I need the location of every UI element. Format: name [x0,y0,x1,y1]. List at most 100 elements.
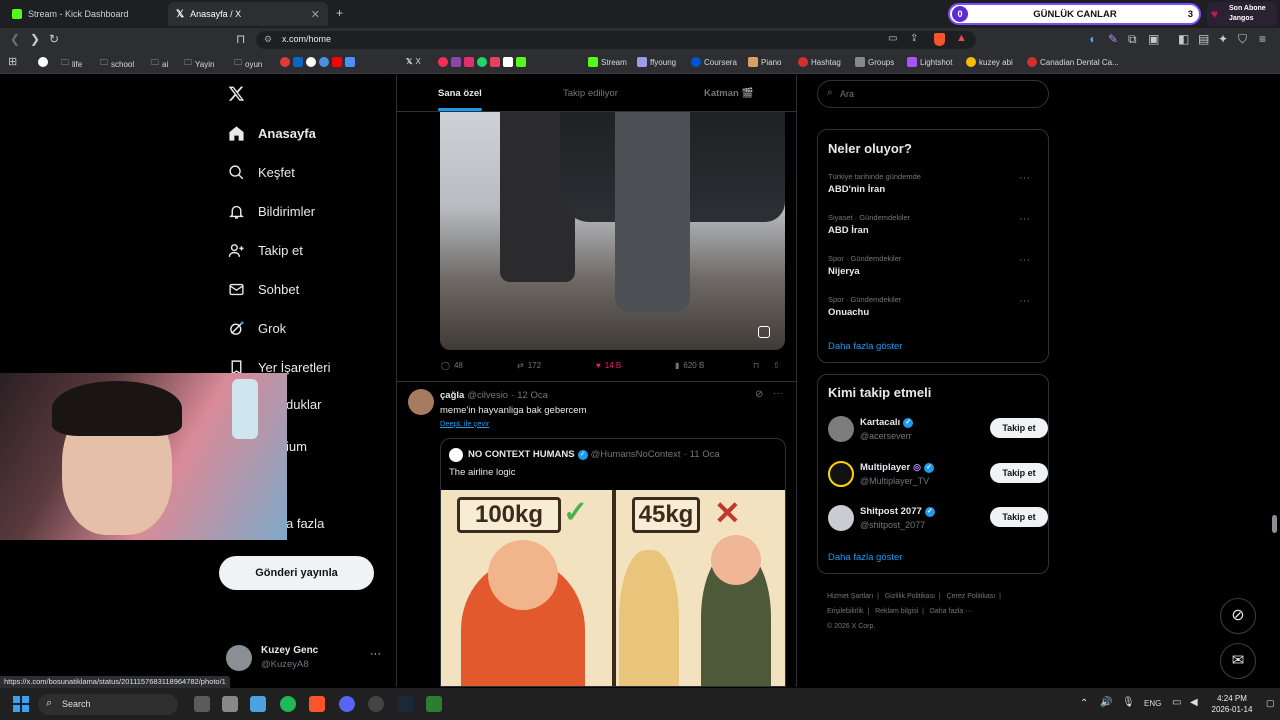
app-icon[interactable] [426,696,442,712]
spotify-icon[interactable] [280,696,296,712]
bookmark-stream[interactable]: Stream [588,57,627,67]
brave-shields-icon[interactable] [934,33,945,46]
search-input[interactable]: ⌕ Ara [817,80,1049,108]
nav-explore[interactable]: Keşfet [228,164,295,181]
nav-chat[interactable]: Sohbet [228,281,299,298]
translate-link[interactable]: DeepL ile çevir [440,419,489,428]
nav-notifications[interactable]: Bildirimler [228,203,315,220]
url-field[interactable]: ⚙ x.com/home ▭ ⇪ ▲ [256,31,976,49]
views-button[interactable]: ▮ 620 B [675,361,704,370]
footer-accessibility[interactable]: Erişilebilirlik [827,608,864,615]
follow-suggestion[interactable]: Kartacalı ✓ @acerseverr Takip et [828,416,1048,446]
tab-x-home[interactable]: 𝕏 Anasayfa / X ✕ [168,2,328,26]
tab-kick-dashboard[interactable]: Stream - Kick Dashboard [4,2,166,26]
tab-for-you[interactable]: Sana özel [438,88,482,99]
nav-follow[interactable]: Takip et [228,242,303,259]
nav-premium-label[interactable]: ium [286,439,307,454]
footer-terms[interactable]: Hizmet Şartları [827,593,873,600]
bookmark-groups[interactable]: Groups [855,57,894,67]
audio-playing-icon[interactable]: ◖ [1088,33,1095,45]
quoted-image[interactable]: 100kg ✓ 45kg ✕ [441,490,785,686]
trend-item[interactable]: Türkiye tarihinde gündemde ABD'nin İran … [828,172,1040,195]
more-dots-icon[interactable]: ··· [1019,295,1030,307]
bookmark-ffyoung[interactable]: ffyoung [637,57,676,67]
nav-home[interactable]: Anasayfa [228,125,316,142]
taskbar-search[interactable]: ⌕ Search [38,694,178,715]
author-handle[interactable]: @cilvesio [467,390,508,401]
language-indicator[interactable]: ENG [1144,699,1161,708]
extension-pen-icon[interactable]: ✎ [1108,33,1118,45]
more-dots-icon[interactable]: ··· [773,388,783,399]
discord-icon[interactable] [339,696,355,712]
nav-grok[interactable]: Grok [228,320,286,337]
follow-button[interactable]: Takip et [990,463,1048,483]
footer-ads-info[interactable]: Reklam bilgisi [875,608,918,615]
bookmark-ai[interactable]: 🗀 ai [151,57,168,71]
bookmark-life[interactable]: 🗀 life [61,57,82,71]
follow-suggestion[interactable]: Multiplayer ◎ ✓ @Multiplayer_TV Takip et [828,461,1048,491]
notifications-icon[interactable]: ▢ [1266,698,1275,709]
mic-icon[interactable]: 🎙 [1122,697,1135,708]
grok-float-button[interactable]: ⊘ [1220,598,1256,634]
footer-more[interactable]: Daha fazla ··· [930,608,972,615]
footer-cookies[interactable]: Çerez Politikası [947,593,996,600]
install-app-icon[interactable]: ▭ [888,33,897,44]
more-dots-icon[interactable]: ··· [1019,254,1030,266]
wallet-icon[interactable]: ▤ [1198,33,1209,45]
follow-suggestion[interactable]: Shitpost 2077 ✓ @shitpost_2077 Takip et [828,505,1048,535]
speaker-icon[interactable]: 🔊 [1100,697,1112,708]
app-icon[interactable] [250,696,266,712]
bookmark-piano[interactable]: Piano [748,57,781,67]
author-name[interactable]: çağla [440,390,464,401]
trend-item[interactable]: Siyaset · Gündemdekiler ABD İran ··· [828,213,1040,236]
post-button[interactable]: Gönderi yayınla [219,556,374,590]
nav-more-label[interactable]: a fazla [286,516,324,531]
media-tag-icon[interactable] [758,326,770,338]
app-icon[interactable] [222,696,238,712]
account-switcher[interactable]: Kuzey Genc @KuzeyA8 ··· [226,643,386,675]
bookmark-google[interactable] [38,57,48,67]
footer-privacy[interactable]: Gizlilik Politikası [885,593,935,600]
leo-ai-icon[interactable]: ✦ [1218,33,1228,45]
reply-button[interactable]: ◯ 48 [441,361,463,370]
quoted-post[interactable]: NO CONTEXT HUMANS ✓ @HumansNoContext · 1… [440,438,786,687]
bookmark-x[interactable]: 𝕏X [406,57,421,66]
more-dots-icon[interactable]: ··· [1019,172,1030,184]
bookmark-lightshot[interactable]: Lightshot [907,57,952,67]
tab-search-icon[interactable]: ▣ [1148,33,1159,45]
tab-katman[interactable]: Katman 🎬 [704,88,753,99]
clock[interactable]: 4:24 PM 2026-01-14 [1208,693,1256,715]
bookmark-hashtag[interactable]: Hashtag [798,57,841,67]
avatar[interactable] [408,389,434,415]
close-tab-icon[interactable]: ✕ [311,8,320,21]
reload-icon[interactable]: ↻ [49,33,59,45]
page-scrollbar[interactable] [1272,515,1277,533]
grok-icon[interactable]: ⊘ [755,389,763,400]
bookmark-button[interactable]: ⊓ [753,361,759,370]
bookmark-kuzey-abi[interactable]: kuzey abi [966,57,1013,67]
tray-chevron-icon[interactable]: ⌃ [1080,698,1088,709]
new-tab-button[interactable]: + [336,7,343,19]
follow-button[interactable]: Takip et [990,418,1048,438]
follow-button[interactable]: Takip et [990,507,1048,527]
bookmark-school[interactable]: 🗀 school [100,57,134,71]
apps-grid-icon[interactable]: ⊞ [8,56,17,68]
post-time[interactable]: 12 Oca [517,390,548,401]
bookmark-icons-group[interactable] [280,57,355,67]
repost-button[interactable]: ⇄ 172 [517,361,541,370]
volume-icon[interactable]: ◀ [1190,697,1198,708]
nav-lists-label[interactable]: duklar [286,397,321,412]
share-icon[interactable]: ⇪ [910,33,918,44]
share-button[interactable]: ⇧ [773,361,780,370]
steam-icon[interactable] [397,696,413,712]
bookmark-icons-group-2[interactable] [438,57,526,67]
sidebar-toggle-icon[interactable]: ◧ [1178,33,1189,45]
post-photo[interactable] [440,112,785,350]
like-button[interactable]: ♥ 14 B [596,361,621,370]
x-logo-icon[interactable] [228,85,245,102]
extensions-icon[interactable]: ⧉ [1128,33,1137,45]
messages-float-button[interactable]: ✉ [1220,643,1256,679]
bookmark-page-icon[interactable]: ⊓ [236,33,245,45]
tab-following[interactable]: Takip ediliyor [563,88,618,99]
site-settings-icon[interactable]: ⚙ [264,34,272,45]
